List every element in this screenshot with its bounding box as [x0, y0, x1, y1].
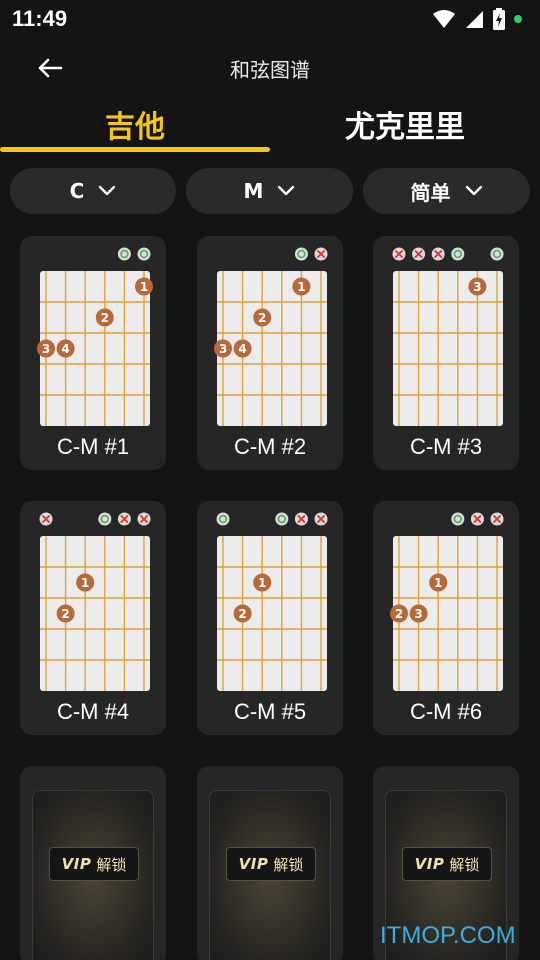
chord-diagram: 12 — [39, 512, 151, 691]
chord-label: C-M #5 — [233, 699, 307, 724]
finger-number: 3 — [42, 342, 50, 356]
locked-chord-card[interactable]: VIP 解锁 — [20, 766, 166, 960]
chord-diagram: 1 2 3 4 — [214, 247, 328, 426]
fretboard — [40, 271, 150, 426]
difficulty-label: 简单 — [410, 180, 451, 205]
chord-card[interactable]: 1 2 C-M #4 — [20, 501, 166, 735]
open-string-marker — [137, 247, 151, 261]
finger-number: 1 — [258, 576, 266, 590]
chord-label: C-M #4 — [56, 699, 130, 724]
chord-card[interactable]: 1 2 C-M #5 — [197, 501, 343, 735]
chevron-down-icon — [99, 185, 116, 196]
wifi-icon — [433, 10, 455, 28]
chord-diagram: 1 2 3 — [390, 512, 504, 691]
status-time: 11:49 — [12, 6, 68, 31]
open-string-marker — [216, 512, 230, 526]
locked-preview: VIP 解锁 — [209, 790, 331, 960]
chord-type-dropdown[interactable]: M — [186, 168, 353, 214]
chord-label: C-M #6 — [409, 699, 483, 724]
chord-card[interactable]: 3 C-M #3 — [373, 236, 519, 470]
finger-number: 4 — [61, 342, 69, 356]
open-string-marker — [275, 512, 289, 526]
chord-diagram: 1 2 3 4 — [37, 247, 153, 426]
open-string-marker — [117, 247, 131, 261]
fretboard — [393, 536, 503, 691]
signal-icon — [466, 11, 483, 28]
finger-number: 4 — [238, 342, 246, 356]
chord-label: C-M #1 — [56, 434, 130, 459]
app-bar: 和弦图谱 — [0, 40, 540, 94]
chord-card[interactable]: 1 2 3 4 C-M #2 — [197, 236, 343, 470]
difficulty-dropdown[interactable]: 简单 — [363, 168, 530, 214]
page-title: 和弦图谱 — [230, 58, 310, 82]
notification-dot — [514, 15, 522, 23]
chord-card[interactable]: 1 2 3 C-M #6 — [373, 501, 519, 735]
finger-number: 2 — [395, 607, 403, 621]
finger-number: 1 — [140, 280, 148, 294]
unlock-text: 解锁 — [449, 855, 480, 874]
chevron-down-icon — [278, 185, 295, 196]
fretboard — [217, 271, 327, 426]
finger-number: 3 — [219, 342, 227, 356]
finger-number: 1 — [297, 280, 305, 294]
status-bar: 11:49 — [0, 0, 540, 38]
finger-number: 2 — [101, 311, 109, 325]
open-string-marker — [490, 247, 504, 261]
finger-number: 1 — [81, 576, 89, 590]
vip-unlock-button[interactable]: VIP 解锁 — [226, 847, 316, 881]
finger-number: 2 — [258, 311, 266, 325]
unlock-text: 解锁 — [273, 855, 304, 874]
locked-chord-card[interactable]: VIP 解锁 — [197, 766, 343, 960]
fretboard — [40, 536, 150, 691]
open-string-marker — [451, 512, 465, 526]
root-note-dropdown[interactable]: C — [10, 168, 176, 214]
vip-unlock-button[interactable]: VIP 解锁 — [402, 847, 492, 881]
chord-diagram: 12 — [216, 512, 328, 691]
chord-type-label: M — [243, 179, 264, 203]
open-string-marker — [451, 247, 465, 261]
finger-number: 2 — [238, 607, 246, 621]
tab-ukulele[interactable]: 尤克里里 — [270, 102, 540, 146]
tab-guitar[interactable]: 吉他 — [0, 102, 270, 146]
chevron-down-icon — [465, 185, 482, 196]
finger-number: 2 — [61, 607, 69, 621]
watermark: ITMOP.COM — [380, 922, 516, 949]
battery-charging-icon — [493, 8, 505, 30]
chord-diagram: 3 — [392, 247, 504, 426]
vip-badge-text: VIP — [61, 855, 92, 873]
fretboard — [217, 536, 327, 691]
active-tab-indicator — [0, 147, 270, 152]
locked-preview: VIP 解锁 — [32, 790, 154, 960]
root-note-label: C — [69, 179, 85, 203]
open-string-marker — [98, 512, 112, 526]
vip-badge-text: VIP — [414, 855, 445, 873]
instrument-tabs: 吉他 尤克里里 — [0, 96, 540, 156]
vip-unlock-button[interactable]: VIP 解锁 — [49, 847, 139, 881]
finger-number: 3 — [473, 280, 481, 294]
vip-badge-text: VIP — [238, 855, 269, 873]
chord-label: C-M #2 — [233, 434, 307, 459]
filter-bar: C M 简单 — [0, 168, 540, 214]
chord-label: C-M #3 — [409, 434, 483, 459]
status-icons — [432, 8, 522, 30]
finger-number: 1 — [434, 576, 442, 590]
open-string-marker — [294, 247, 308, 261]
fretboard — [393, 271, 503, 426]
unlock-text: 解锁 — [96, 855, 127, 874]
finger-number: 3 — [414, 607, 422, 621]
chord-card[interactable]: 1 2 3 4 C-M #1 — [20, 236, 166, 470]
